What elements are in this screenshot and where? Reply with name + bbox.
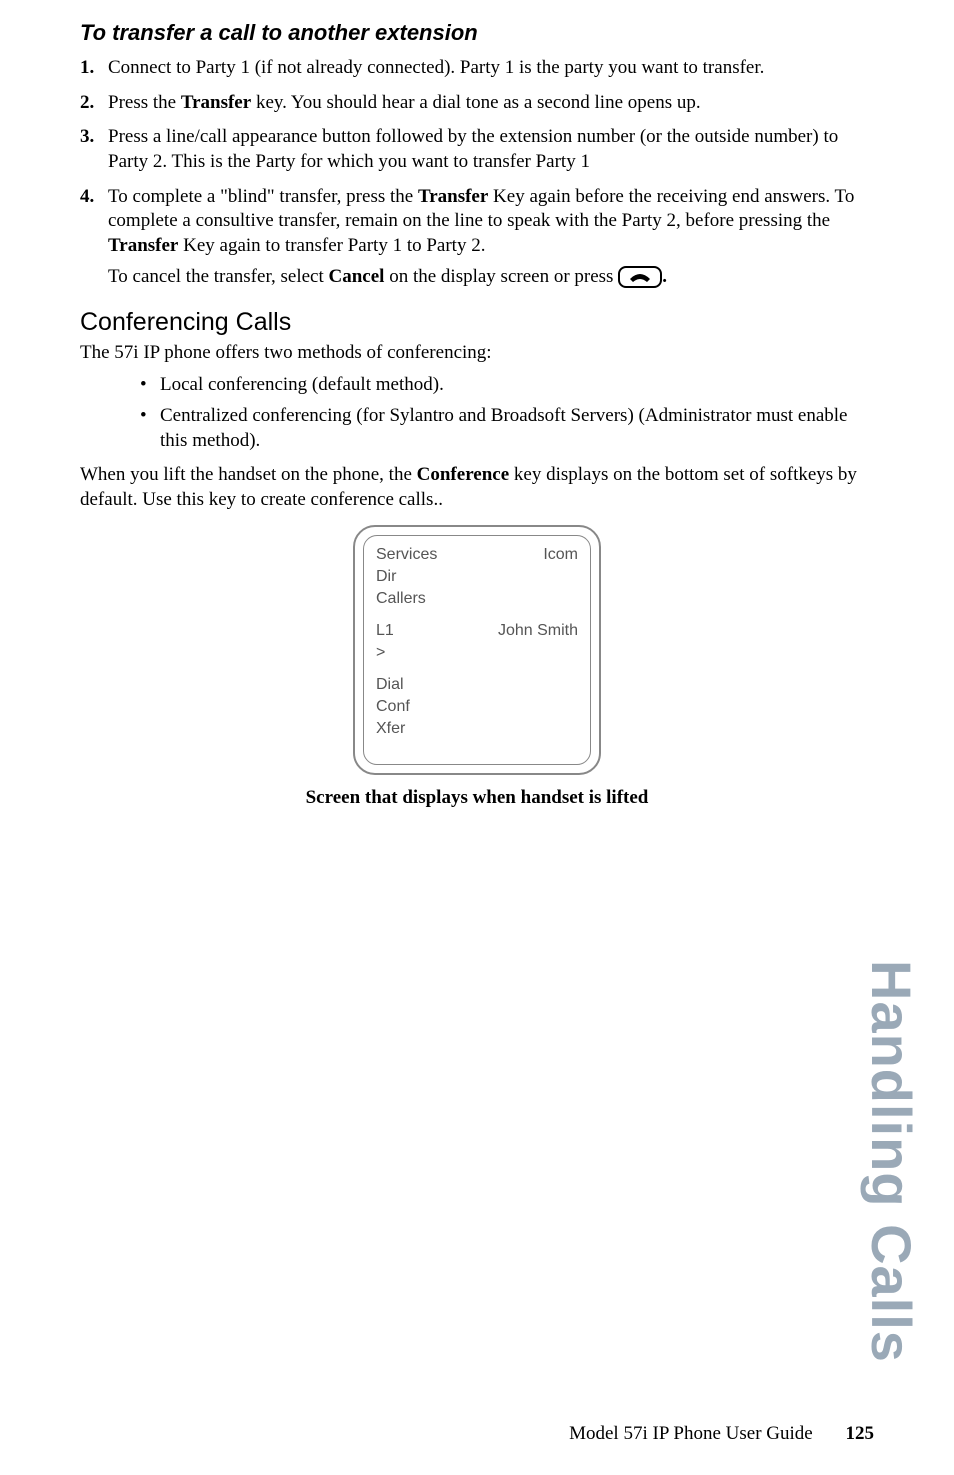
step-item: Press a line/call appearance button foll…: [80, 125, 874, 174]
bullet-item: Local conferencing (default method).: [140, 373, 874, 398]
cancel-post: on the display screen or press: [384, 266, 618, 287]
screen-row: >: [376, 644, 578, 662]
bullet-item: Centralized conferencing (for Sylantro a…: [140, 404, 874, 453]
screen-label: John Smith: [498, 622, 578, 640]
conf-bullets: Local conferencing (default method). Cen…: [80, 373, 874, 453]
step-text: Connect to Party 1 (if not already conne…: [108, 57, 764, 78]
step-text: Key again to transfer Party 1 to Party 2…: [178, 235, 485, 256]
page-footer: Model 57i IP Phone User Guide 125: [569, 1423, 874, 1445]
conf-intro: The 57i IP phone offers two methods of c…: [80, 341, 874, 366]
conf-para-pre: When you lift the handset on the phone, …: [80, 464, 417, 485]
step-text: Press a line/call appearance button foll…: [108, 126, 838, 172]
step-item: Connect to Party 1 (if not already conne…: [80, 56, 874, 81]
goodbye-key-icon: [618, 266, 662, 288]
figure-caption: Screen that displays when handset is lif…: [80, 787, 874, 809]
screen-row: L1 John Smith: [376, 622, 578, 640]
conf-para-bold: Conference: [417, 464, 510, 485]
screen-row: Callers: [376, 590, 578, 608]
screen-row: Xfer: [376, 720, 578, 738]
step-bold: Transfer: [181, 92, 251, 113]
step-text: Press the: [108, 92, 181, 113]
step-bold: Transfer: [418, 186, 488, 207]
screen-gap: [376, 666, 578, 676]
screen-label: Callers: [376, 590, 426, 608]
screen-gap: [376, 612, 578, 622]
step-text: key. You should hear a dial tone as a se…: [251, 92, 700, 113]
conf-paragraph: When you lift the handset on the phone, …: [80, 463, 874, 512]
screen-row: Services Icom: [376, 546, 578, 564]
screen-label: Services: [376, 546, 437, 564]
cancel-pre: To cancel the transfer, select: [108, 266, 329, 287]
screen-label: Xfer: [376, 720, 405, 738]
phone-screen-outer: Services Icom Dir Callers L1 John Smith …: [353, 525, 601, 775]
screen-label: Dir: [376, 568, 396, 586]
screen-label: >: [376, 644, 385, 662]
screen-row: Dial: [376, 676, 578, 694]
subsection-heading: To transfer a call to another extension: [80, 20, 874, 46]
phone-screen-inner: Services Icom Dir Callers L1 John Smith …: [363, 535, 591, 765]
screen-label: L1: [376, 622, 394, 640]
step-item: Press the Transfer key. You should hear …: [80, 91, 874, 116]
screen-row: Dir: [376, 568, 578, 586]
step-bold: Transfer: [108, 235, 178, 256]
screen-label: Dial: [376, 676, 404, 694]
cancel-end: .: [662, 266, 667, 287]
screen-label: Icom: [543, 546, 578, 564]
side-tab-label: Handling Calls: [859, 960, 924, 1363]
footer-text: Model 57i IP Phone User Guide: [569, 1423, 813, 1444]
step-item: To complete a "blind" transfer, press th…: [80, 185, 874, 290]
page-number: 125: [846, 1423, 875, 1444]
section-heading: Conferencing Calls: [80, 308, 874, 337]
phone-screen-figure: Services Icom Dir Callers L1 John Smith …: [80, 525, 874, 775]
step-text: To complete a "blind" transfer, press th…: [108, 186, 418, 207]
screen-row: Conf: [376, 698, 578, 716]
screen-label: Conf: [376, 698, 410, 716]
transfer-steps-list: Connect to Party 1 (if not already conne…: [80, 56, 874, 290]
cancel-bold: Cancel: [329, 266, 385, 287]
cancel-line: To cancel the transfer, select Cancel on…: [108, 265, 874, 290]
